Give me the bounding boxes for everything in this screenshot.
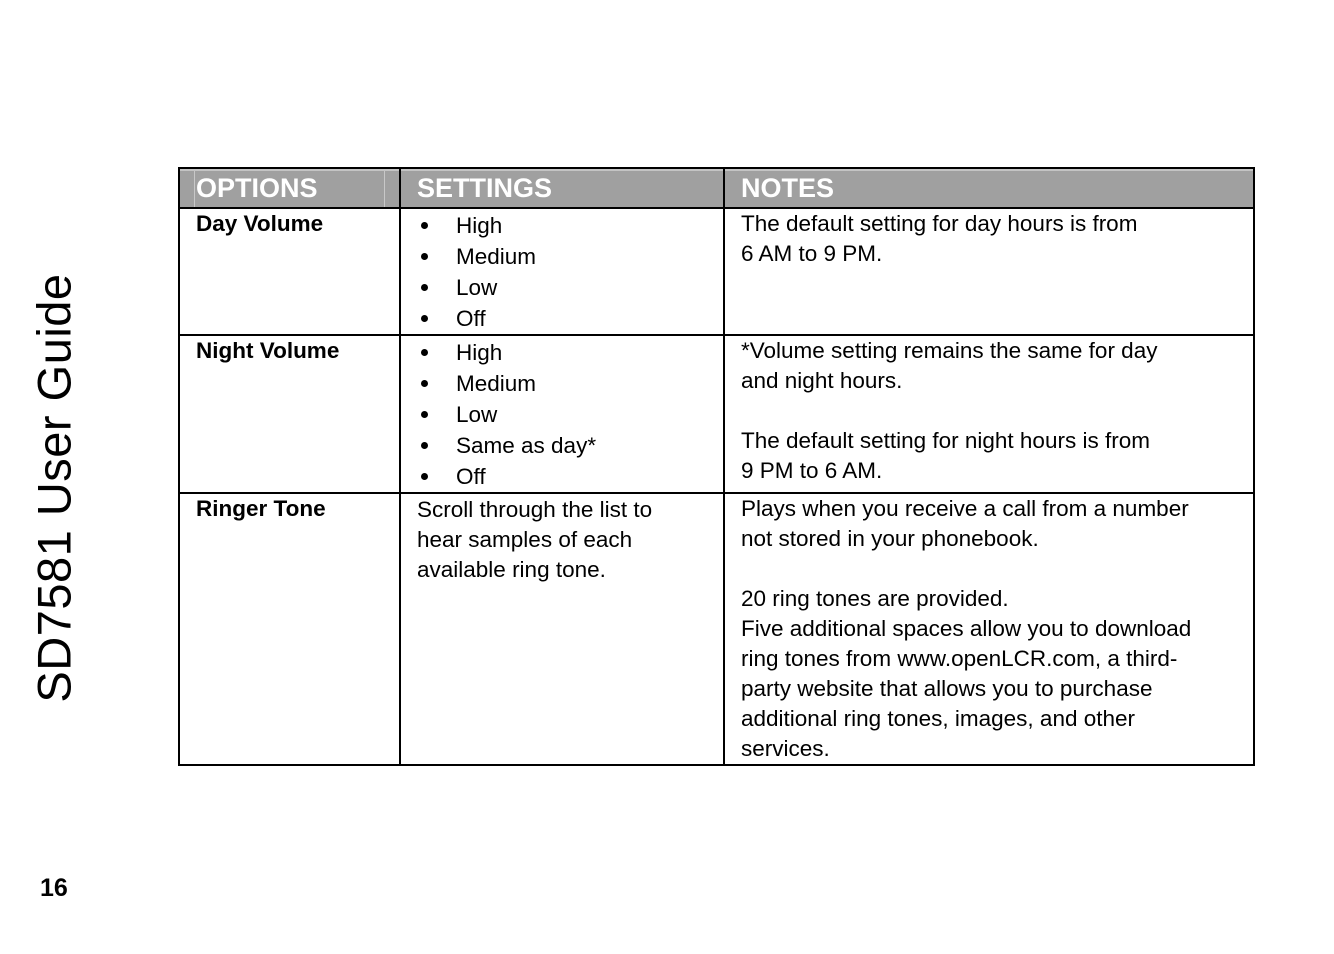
header-notes: NOTES (723, 167, 1255, 209)
page-number: 16 (40, 874, 68, 902)
settings-cell: High Medium Low Off (399, 207, 725, 336)
bullet-icon (421, 473, 428, 480)
option-name: Ringer Tone (178, 492, 401, 766)
settings-line: available ring tone. (417, 557, 606, 582)
document-side-title: SD7581 User Guide (27, 232, 81, 744)
notes-cell: *Volume setting remains the same for day… (723, 334, 1255, 494)
option-name: Day Volume (178, 207, 401, 336)
header-settings: SETTINGS (399, 167, 725, 209)
notes-line: 9 PM to 6 AM. (741, 458, 883, 483)
settings-list-item: Low (417, 272, 723, 303)
setting-label: Medium (456, 244, 537, 269)
bullet-icon (421, 315, 428, 322)
notes-paragraph: 20 ring tones are provided. Five additio… (741, 584, 1243, 764)
bullet-icon (421, 253, 428, 260)
bullet-icon (421, 222, 428, 229)
settings-list-item: Medium (417, 368, 723, 399)
settings-description: Scroll through the list to hear samples … (417, 494, 723, 585)
setting-label: Low (456, 275, 498, 300)
settings-cell: Scroll through the list to hear samples … (399, 492, 725, 766)
header-options: OPTIONS (178, 167, 401, 209)
settings-list: High Medium Low Same as day* Off (417, 336, 723, 492)
settings-list-item: High (417, 337, 723, 368)
notes-line: services. (741, 736, 830, 761)
setting-label: Medium (456, 371, 537, 396)
setting-label: Same as day* (456, 433, 597, 458)
table-row-night-volume: Night Volume High Medium Low Same as day… (178, 334, 1255, 494)
setting-label: Low (456, 402, 498, 427)
settings-list-item: Medium (417, 241, 723, 272)
bullet-icon (421, 349, 428, 356)
setting-label: High (456, 213, 503, 238)
notes-cell: The default setting for day hours is fro… (723, 207, 1255, 336)
option-name: Night Volume (178, 334, 401, 494)
settings-list-item: Off (417, 461, 723, 492)
settings-list-item: Low (417, 399, 723, 430)
notes-paragraph: *Volume setting remains the same for day… (741, 336, 1243, 396)
notes-line: additional ring tones, images, and other (741, 706, 1136, 731)
settings-list-item: High (417, 210, 723, 241)
notes-line: The default setting for day hours is fro… (741, 211, 1138, 236)
setting-label: Off (456, 464, 486, 489)
settings-list: High Medium Low Off (417, 209, 723, 334)
bullet-icon (421, 284, 428, 291)
settings-line: hear samples of each (417, 527, 633, 552)
table-row-ringer-tone: Ringer Tone Scroll through the list to h… (178, 492, 1255, 766)
settings-line: Scroll through the list to (417, 497, 653, 522)
notes-line: not stored in your phonebook. (741, 526, 1039, 551)
settings-cell: High Medium Low Same as day* Off (399, 334, 725, 494)
bullet-icon (421, 380, 428, 387)
notes-line: Five additional spaces allow you to down… (741, 616, 1192, 641)
notes-cell: Plays when you receive a call from a num… (723, 492, 1255, 766)
settings-list-item: Off (417, 303, 723, 334)
notes-line: ring tones from www.openLCR.com, a third… (741, 646, 1178, 671)
notes-line: 20 ring tones are provided. (741, 586, 1009, 611)
bullet-icon (421, 442, 428, 449)
notes-line: 6 AM to 9 PM. (741, 241, 883, 266)
notes-line: Plays when you receive a call from a num… (741, 496, 1189, 521)
options-table: OPTIONS SETTINGS NOTES Day Volume High M… (178, 167, 1255, 766)
notes-line: and night hours. (741, 368, 903, 393)
setting-label: Off (456, 306, 486, 331)
table-header-row: OPTIONS SETTINGS NOTES (178, 167, 1255, 209)
settings-list-item: Same as day* (417, 430, 723, 461)
side-title-text: SD7581 User Guide (27, 273, 81, 703)
notes-line: party website that allows you to purchas… (741, 676, 1153, 701)
setting-label: High (456, 340, 503, 365)
bullet-icon (421, 411, 428, 418)
notes-line: *Volume setting remains the same for day (741, 338, 1158, 363)
table-row-day-volume: Day Volume High Medium Low Off The defau… (178, 207, 1255, 336)
notes-paragraph: The default setting for day hours is fro… (741, 209, 1243, 269)
notes-paragraph: Plays when you receive a call from a num… (741, 494, 1243, 554)
notes-line: The default setting for night hours is f… (741, 428, 1150, 453)
notes-paragraph: The default setting for night hours is f… (741, 426, 1243, 486)
